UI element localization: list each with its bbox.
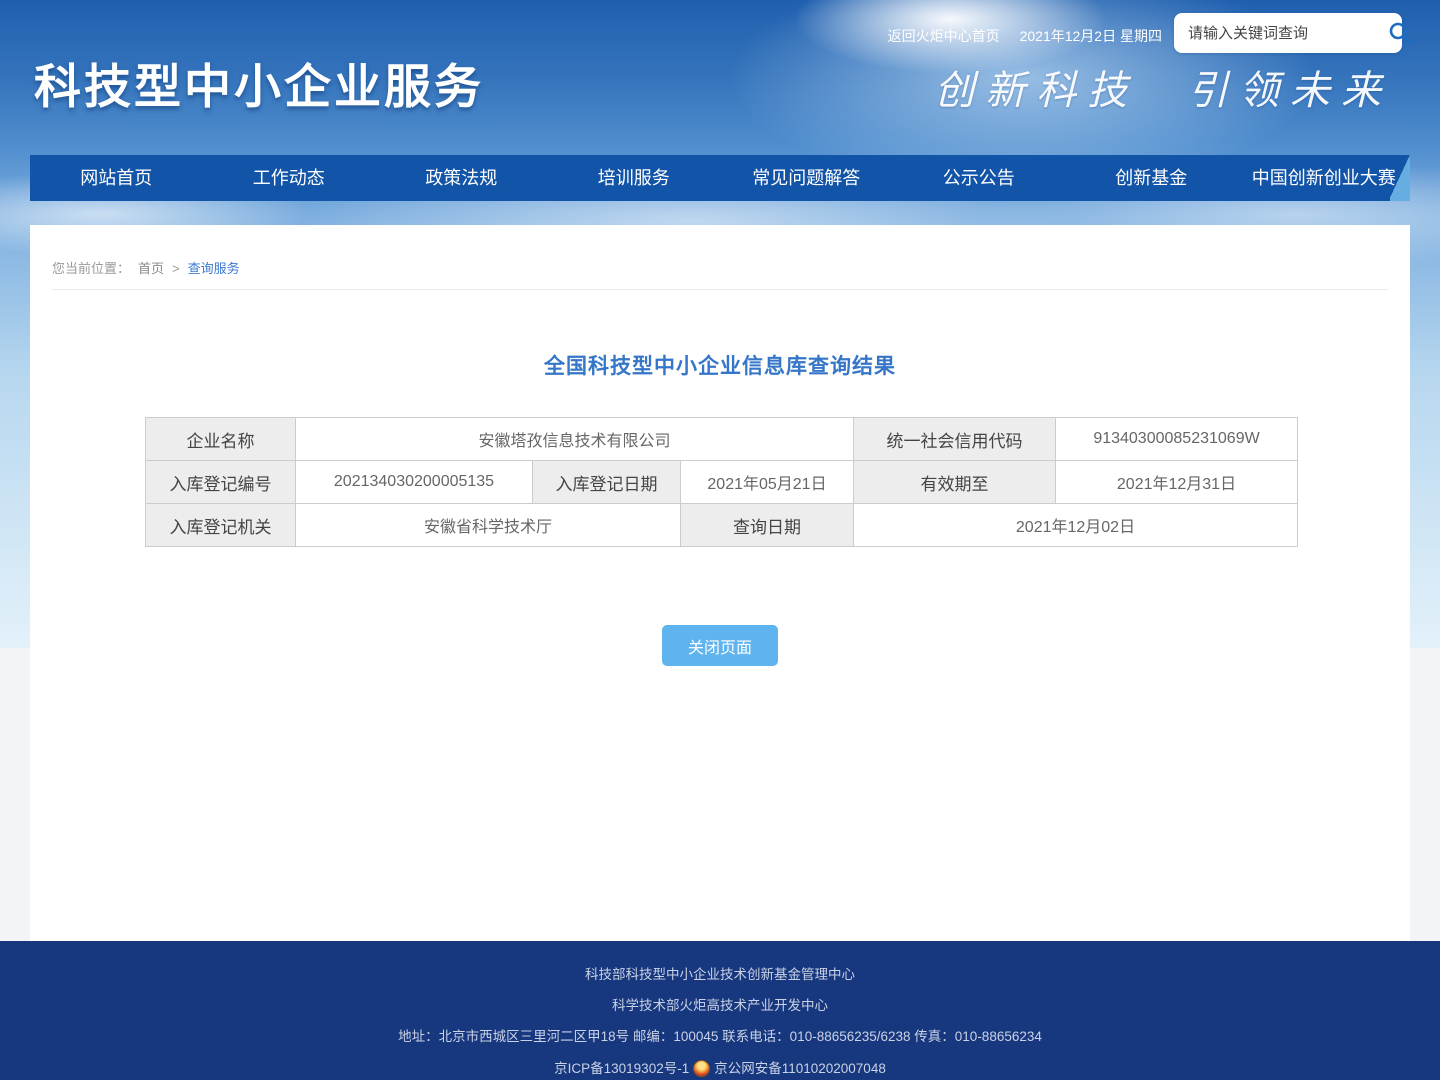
return-torch-home-link[interactable]: 返回火炬中心首页 <box>888 26 1000 46</box>
nav-accent-decoration <box>1390 155 1410 201</box>
nav-item-1[interactable]: 工作动态 <box>203 155 376 201</box>
nav-item-3[interactable]: 培训服务 <box>548 155 721 201</box>
public-security-record-link[interactable]: 京公网安备11010202007048 <box>714 1061 886 1077</box>
table-value-cell: 2021年12月31日 <box>1056 461 1298 504</box>
table-row: 入库登记编号202134030200005135入库登记日期2021年05月21… <box>146 461 1298 504</box>
table-value-cell: 2021年12月02日 <box>854 504 1298 547</box>
nav-item-4[interactable]: 常见问题解答 <box>720 155 893 201</box>
breadcrumb-separator: > <box>172 261 180 276</box>
search-icon[interactable] <box>1387 20 1413 46</box>
table-label-cell: 入库登记机关 <box>146 504 296 547</box>
result-table: 企业名称安徽塔孜信息技术有限公司统一社会信用代码9134030008523106… <box>145 417 1298 547</box>
search-box <box>1174 13 1402 53</box>
footer-icp-row: 京ICP备13019302号-1 京公网安备11010202007048 <box>0 1060 1440 1077</box>
site-title: 科技型中小企业服务 <box>34 48 484 117</box>
breadcrumb-current-link[interactable]: 查询服务 <box>188 261 240 276</box>
police-badge-icon <box>693 1060 710 1077</box>
nav-item-2[interactable]: 政策法规 <box>375 155 548 201</box>
table-label-cell: 统一社会信用代码 <box>854 418 1056 461</box>
table-label-cell: 查询日期 <box>681 504 854 547</box>
table-row: 入库登记机关安徽省科学技术厅查询日期2021年12月02日 <box>146 504 1298 547</box>
header-date: 2021年12月2日 星期四 <box>1020 26 1162 46</box>
nav-item-7[interactable]: 中国创新创业大赛 <box>1238 155 1411 201</box>
table-value-cell: 202134030200005135 <box>296 461 533 504</box>
content-panel: 您当前位置： 首页 > 查询服务 全国科技型中小企业信息库查询结果 企业名称安徽塔孜信… <box>30 225 1410 941</box>
nav-item-0[interactable]: 网站首页 <box>30 155 203 201</box>
breadcrumb-divider <box>52 289 1388 290</box>
result-title: 全国科技型中小企业信息库查询结果 <box>30 350 1410 380</box>
nav-item-6[interactable]: 创新基金 <box>1065 155 1238 201</box>
breadcrumb-home-link[interactable]: 首页 <box>138 261 164 276</box>
footer: 科技部科技型中小企业技术创新基金管理中心 科学技术部火炬高技术产业开发中心 地址… <box>0 941 1440 1080</box>
table-label-cell: 入库登记日期 <box>533 461 681 504</box>
header-top-links: 返回火炬中心首页 2021年12月2日 星期四 <box>888 26 1162 46</box>
search-input[interactable] <box>1188 25 1387 42</box>
footer-org-line-1: 科技部科技型中小企业技术创新基金管理中心 <box>0 967 1440 983</box>
breadcrumb-prefix: 您当前位置： <box>52 261 130 276</box>
close-page-button[interactable]: 关闭页面 <box>662 625 778 666</box>
header: 科技型中小企业服务 返回火炬中心首页 2021年12月2日 星期四 创新科技 引… <box>0 0 1440 155</box>
table-value-cell: 安徽塔孜信息技术有限公司 <box>296 418 854 461</box>
table-value-cell: 安徽省科学技术厅 <box>296 504 681 547</box>
icp-record-link[interactable]: 京ICP备13019302号-1 <box>554 1061 689 1077</box>
page: 科技型中小企业服务 返回火炬中心首页 2021年12月2日 星期四 创新科技 引… <box>0 0 1440 1080</box>
table-label-cell: 企业名称 <box>146 418 296 461</box>
header-slogan: 创新科技 引领未来 <box>934 58 1392 116</box>
main-nav: 网站首页工作动态政策法规培训服务常见问题解答公示公告创新基金中国创新创业大赛 <box>30 155 1410 201</box>
table-value-cell: 91340300085231069W <box>1056 418 1298 461</box>
breadcrumb: 您当前位置： 首页 > 查询服务 <box>52 258 1388 277</box>
table-value-cell: 2021年05月21日 <box>681 461 854 504</box>
nav-item-5[interactable]: 公示公告 <box>893 155 1066 201</box>
table-label-cell: 有效期至 <box>854 461 1056 504</box>
table-label-cell: 入库登记编号 <box>146 461 296 504</box>
footer-address-line: 地址：北京市西城区三里河二区甲18号 邮编：100045 联系电话：010-88… <box>0 1029 1440 1045</box>
footer-org-line-2: 科学技术部火炬高技术产业开发中心 <box>0 998 1440 1014</box>
table-row: 企业名称安徽塔孜信息技术有限公司统一社会信用代码9134030008523106… <box>146 418 1298 461</box>
